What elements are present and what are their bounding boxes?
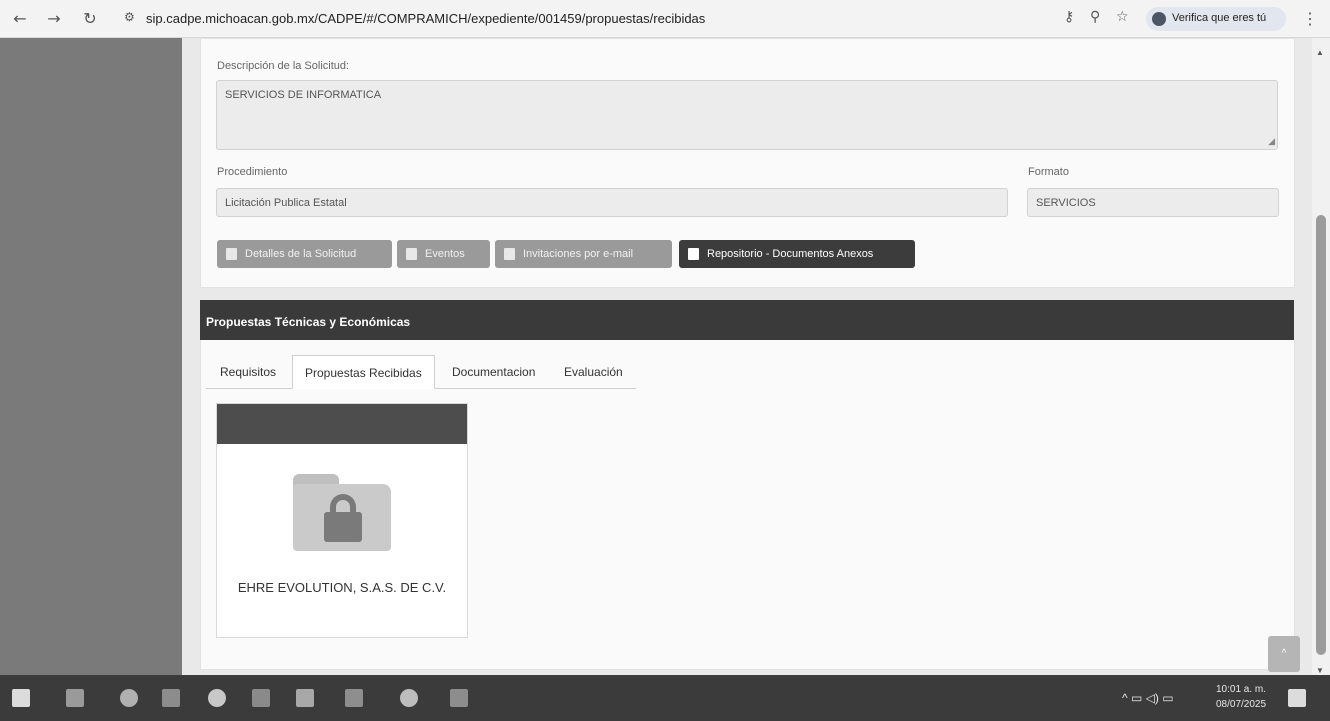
notifications-icon[interactable] <box>1288 689 1306 707</box>
description-field[interactable]: SERVICIOS DE INFORMATICA ◢ <box>216 80 1278 150</box>
proposal-card[interactable]: EHRE EVOLUTION, S.A.S. DE C.V. <box>216 403 468 638</box>
windows-start-icon[interactable] <box>12 689 30 707</box>
proposal-company-name: EHRE EVOLUTION, S.A.S. DE C.V. <box>237 580 447 595</box>
events-label: Eventos <box>425 248 465 260</box>
verify-identity-chip[interactable]: Verifica que eres tú <box>1146 7 1286 31</box>
chevron-up-icon: ^ <box>1281 648 1287 659</box>
proposal-card-header <box>217 404 467 444</box>
email-invitations-label: Invitaciones por e-mail <box>523 248 634 260</box>
repository-label: Repositorio - Documentos Anexos <box>707 248 874 260</box>
resize-handle-icon[interactable]: ◢ <box>1268 136 1275 147</box>
forward-arrow-icon[interactable]: → <box>44 9 64 29</box>
tab-evaluacion-label: Evaluación <box>564 365 623 379</box>
verify-label: Verifica que eres tú <box>1172 12 1267 24</box>
reload-icon[interactable]: ↻ <box>80 9 100 29</box>
events-button[interactable]: Eventos <box>397 240 490 268</box>
procedure-field[interactable]: Licitación Publica Estatal <box>216 188 1008 217</box>
browser-toolbar: ← → ↻ ⚙ sip.cadpe.michoacan.gob.mx/CADPE… <box>0 0 1330 38</box>
edge-browser-icon[interactable] <box>120 689 138 707</box>
description-value: SERVICIOS DE INFORMATICA <box>225 89 382 101</box>
clock-time[interactable]: 10:01 a. m. <box>1216 684 1266 695</box>
tab-documentacion[interactable]: Documentacion <box>440 355 547 389</box>
bookmark-star-icon[interactable]: ☆ <box>1116 9 1129 25</box>
document-icon <box>226 248 237 260</box>
procedure-value: Licitación Publica Estatal <box>225 197 347 209</box>
excel-icon[interactable] <box>252 689 270 707</box>
url-text[interactable]: sip.cadpe.michoacan.gob.mx/CADPE/#/COMPR… <box>146 11 705 26</box>
chrome-icon[interactable] <box>400 689 418 707</box>
tab-evaluacion[interactable]: Evaluación <box>552 355 635 389</box>
tab-propuestas-recibidas[interactable]: Propuestas Recibidas <box>292 355 435 389</box>
tab-documentacion-label: Documentacion <box>452 365 536 379</box>
email-icon <box>504 248 515 260</box>
section-title: Propuestas Técnicas y Económicas <box>206 315 411 329</box>
word-icon[interactable] <box>345 689 363 707</box>
left-margin <box>0 38 182 675</box>
zoom-icon[interactable]: ⚲ <box>1090 9 1100 25</box>
lock-body <box>324 512 362 542</box>
site-info-icon[interactable]: ⚙ <box>124 10 135 24</box>
tab-requisitos[interactable]: Requisitos <box>208 355 288 389</box>
profile-icon <box>1152 12 1166 26</box>
format-value: SERVICIOS <box>1036 197 1096 209</box>
scrollbar-thumb[interactable] <box>1316 215 1326 655</box>
password-key-icon[interactable]: ⚷ <box>1064 9 1074 25</box>
system-tray-icons[interactable]: ^ ▭ ◁) ▭ <box>1122 691 1174 705</box>
tab-requisitos-label: Requisitos <box>220 365 277 379</box>
repository-button[interactable]: Repositorio - Documentos Anexos <box>679 240 915 268</box>
locked-folder-icon[interactable] <box>293 474 391 551</box>
scroll-to-top-button[interactable]: ^ <box>1268 636 1300 672</box>
file-explorer-icon[interactable] <box>66 689 84 707</box>
browser-menu-icon[interactable]: ⋮ <box>1302 9 1318 29</box>
app-icon[interactable] <box>450 689 468 707</box>
app-circle-icon[interactable] <box>208 689 226 707</box>
project-app-icon[interactable] <box>162 689 180 707</box>
format-field[interactable]: SERVICIOS <box>1027 188 1279 217</box>
address-bar[interactable]: ⚙ sip.cadpe.michoacan.gob.mx/CADPE/#/COM… <box>124 6 1124 32</box>
windows-taskbar: ^ ▭ ◁) ▭ 10:01 a. m. 08/07/2025 <box>0 675 1330 721</box>
email-invitations-button[interactable]: Invitaciones por e-mail <box>495 240 672 268</box>
procedure-label: Procedimiento <box>217 166 288 178</box>
tab-propuestas-recibidas-label: Propuestas Recibidas <box>305 366 422 380</box>
back-arrow-icon[interactable]: ← <box>10 9 30 29</box>
request-details-button[interactable]: Detalles de la Solicitud <box>217 240 392 268</box>
pdf-reader-icon[interactable] <box>296 689 314 707</box>
scroll-up-icon[interactable]: ▲ <box>1316 48 1324 57</box>
archive-icon <box>688 248 699 260</box>
scroll-down-icon[interactable]: ▼ <box>1316 666 1324 675</box>
request-details-label: Detalles de la Solicitud <box>245 248 357 260</box>
clock-date[interactable]: 08/07/2025 <box>1216 699 1266 710</box>
description-label: Descripción de la Solicitud: <box>217 60 350 72</box>
calendar-icon <box>406 248 417 260</box>
format-label: Formato <box>1028 166 1069 178</box>
